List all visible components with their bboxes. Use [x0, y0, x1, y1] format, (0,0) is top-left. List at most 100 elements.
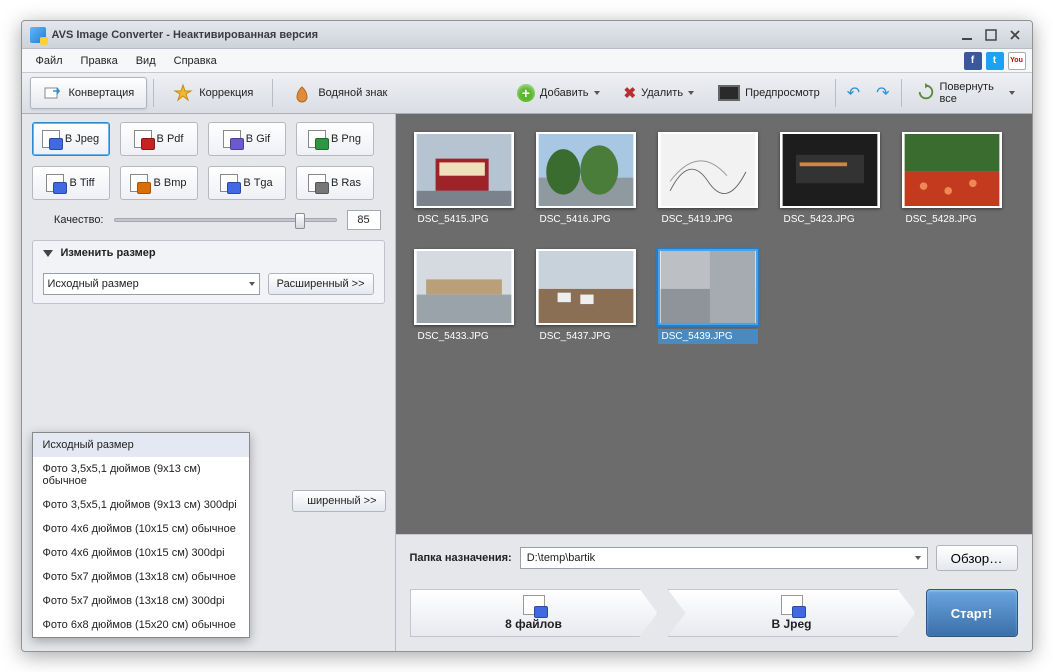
- rotate-all-label: Повернуть все: [940, 81, 1004, 105]
- menu-help[interactable]: Справка: [166, 52, 225, 70]
- format-tga-button[interactable]: В Tga: [208, 166, 286, 200]
- add-label: Добавить: [540, 87, 589, 99]
- youtube-button[interactable]: You: [1008, 52, 1026, 70]
- thumbnail[interactable]: DSC_5433.JPG: [414, 249, 514, 344]
- thumbnail[interactable]: DSC_5423.JPG: [780, 132, 880, 227]
- resize-option[interactable]: Фото 5x7 дюймов (13x18 см) обычное: [33, 565, 249, 589]
- tab-correct[interactable]: Коррекция: [160, 77, 266, 109]
- preview-button[interactable]: Предпросмотр: [709, 77, 829, 109]
- app-window: AVS Image Converter - Неактивированная в…: [21, 20, 1033, 652]
- resize-option[interactable]: Фото 6x8 дюймов (15x20 см) обычное: [33, 613, 249, 637]
- menu-edit[interactable]: Правка: [73, 52, 126, 70]
- browse-button[interactable]: Обзор…: [936, 545, 1018, 571]
- thumbnail-label: DSC_5415.JPG: [414, 212, 514, 227]
- thumbnail-image: [414, 132, 514, 208]
- quality-slider[interactable]: [114, 211, 337, 229]
- format-pdf-button[interactable]: В Pdf: [120, 122, 198, 156]
- status-files-box[interactable]: 8 файлов: [410, 589, 658, 637]
- tab-watermark[interactable]: Водяной знак: [279, 77, 400, 109]
- resize-advanced-button[interactable]: Расширенный >>: [268, 273, 374, 295]
- chevron-down-icon: [43, 250, 53, 257]
- convert-icon: [43, 83, 63, 103]
- format-png-button[interactable]: В Png: [296, 122, 374, 156]
- format-jpeg-button[interactable]: В Jpeg: [32, 122, 110, 156]
- resize-header[interactable]: Изменить размер: [33, 241, 384, 265]
- tga-icon: [220, 174, 238, 192]
- resize-dropdown[interactable]: Исходный размерФото 3,5x5,1 дюймов (9x13…: [32, 432, 250, 638]
- pdf-icon: [134, 130, 152, 148]
- star-icon: [173, 83, 193, 103]
- delete-button[interactable]: ✖ Удалить: [615, 77, 704, 109]
- thumbnail[interactable]: DSC_5416.JPG: [536, 132, 636, 227]
- jpeg-icon: [42, 130, 60, 148]
- menu-file[interactable]: Файл: [28, 52, 71, 70]
- format-ras-button[interactable]: В Ras: [296, 166, 374, 200]
- destination-label: Папка назначения:: [410, 552, 512, 564]
- resize-header-label: Изменить размер: [61, 247, 156, 259]
- minimize-button[interactable]: [958, 26, 976, 44]
- thumbnail[interactable]: DSC_5439.JPG: [658, 249, 758, 344]
- close-button[interactable]: [1006, 26, 1024, 44]
- destination-combo[interactable]: D:\temp\bartik: [520, 547, 928, 569]
- rotate-icon: [917, 83, 935, 104]
- format-icon: [781, 595, 803, 615]
- undo-button[interactable]: ↶: [842, 77, 865, 109]
- thumbnail-image: [414, 249, 514, 325]
- add-button[interactable]: + Добавить: [508, 77, 609, 109]
- thumbnail[interactable]: DSC_5428.JPG: [902, 132, 1002, 227]
- title-text: AVS Image Converter - Неактивированная в…: [52, 29, 958, 41]
- quality-value[interactable]: 85: [347, 210, 381, 230]
- resize-option[interactable]: Фото 3,5x5,1 дюймов (9x13 см) обычное: [33, 457, 249, 493]
- destination-path: D:\temp\bartik: [527, 552, 595, 564]
- thumbnail-image: [902, 132, 1002, 208]
- resize-option[interactable]: Фото 5x7 дюймов (13x18 см) 300dpi: [33, 589, 249, 613]
- thumbnail-image: [536, 132, 636, 208]
- left-panel: В Jpeg В Pdf В Gif В Png В Tiff В Bmp В …: [22, 114, 396, 651]
- thumbnail-image: [658, 132, 758, 208]
- chevron-down-icon: [249, 282, 255, 286]
- resize-section: Изменить размер Исходный размер Расширен…: [32, 240, 385, 304]
- facebook-button[interactable]: f: [964, 52, 982, 70]
- rotate-all-button[interactable]: Повернуть все: [908, 77, 1024, 109]
- resize-option[interactable]: Фото 3,5x5,1 дюймов (9x13 см) 300dpi: [33, 493, 249, 517]
- thumbnail[interactable]: DSC_5437.JPG: [536, 249, 636, 344]
- thumbnail[interactable]: DSC_5415.JPG: [414, 132, 514, 227]
- tab-convert-label: Конвертация: [69, 87, 135, 99]
- tab-convert[interactable]: Конвертация: [30, 77, 148, 109]
- thumbnail-area[interactable]: DSC_5415.JPG DSC_5416.JPG DSC_5419.JPG DSC_…: [396, 114, 1032, 534]
- thumbnail[interactable]: DSC_5419.JPG: [658, 132, 758, 227]
- thumbnail-image: [780, 132, 880, 208]
- thumbnail-label: DSC_5419.JPG: [658, 212, 758, 227]
- format-bmp-button[interactable]: В Bmp: [120, 166, 198, 200]
- tab-watermark-label: Водяной знак: [318, 87, 387, 99]
- ras-icon: [308, 174, 326, 192]
- tab-correct-label: Коррекция: [199, 87, 253, 99]
- menubar: Файл Правка Вид Справка f t You: [22, 49, 1032, 73]
- destination-row: Папка назначения: D:\temp\bartik Обзор…: [396, 534, 1032, 581]
- format-gif-button[interactable]: В Gif: [208, 122, 286, 156]
- thumbnail-label: DSC_5428.JPG: [902, 212, 1002, 227]
- rename-advanced-peek[interactable]: ширенный >>: [292, 490, 386, 512]
- app-icon: [30, 27, 46, 43]
- twitter-button[interactable]: t: [986, 52, 1004, 70]
- delete-icon: ✖: [624, 84, 637, 102]
- thumbnail-label: DSC_5423.JPG: [780, 212, 880, 227]
- start-button[interactable]: Старт!: [926, 589, 1018, 637]
- preview-icon: [718, 85, 740, 101]
- format-tiff-button[interactable]: В Tiff: [32, 166, 110, 200]
- status-format-label: В Jpeg: [771, 617, 811, 631]
- add-icon: +: [517, 84, 535, 102]
- status-row: 8 файлов В Jpeg Старт!: [396, 581, 1032, 651]
- resize-option[interactable]: Фото 4x6 дюймов (10x15 см) 300dpi: [33, 541, 249, 565]
- thumbnail-image: [536, 249, 636, 325]
- thumbnail-label: DSC_5416.JPG: [536, 212, 636, 227]
- resize-option[interactable]: Фото 4x6 дюймов (10x15 см) обычное: [33, 517, 249, 541]
- slider-thumb[interactable]: [295, 213, 305, 229]
- delete-label: Удалить: [641, 87, 683, 99]
- resize-option[interactable]: Исходный размер: [33, 433, 249, 457]
- resize-combo[interactable]: Исходный размер: [43, 273, 260, 295]
- redo-button[interactable]: ↷: [871, 77, 894, 109]
- status-format-box[interactable]: В Jpeg: [668, 589, 916, 637]
- maximize-button[interactable]: [982, 26, 1000, 44]
- menu-view[interactable]: Вид: [128, 52, 164, 70]
